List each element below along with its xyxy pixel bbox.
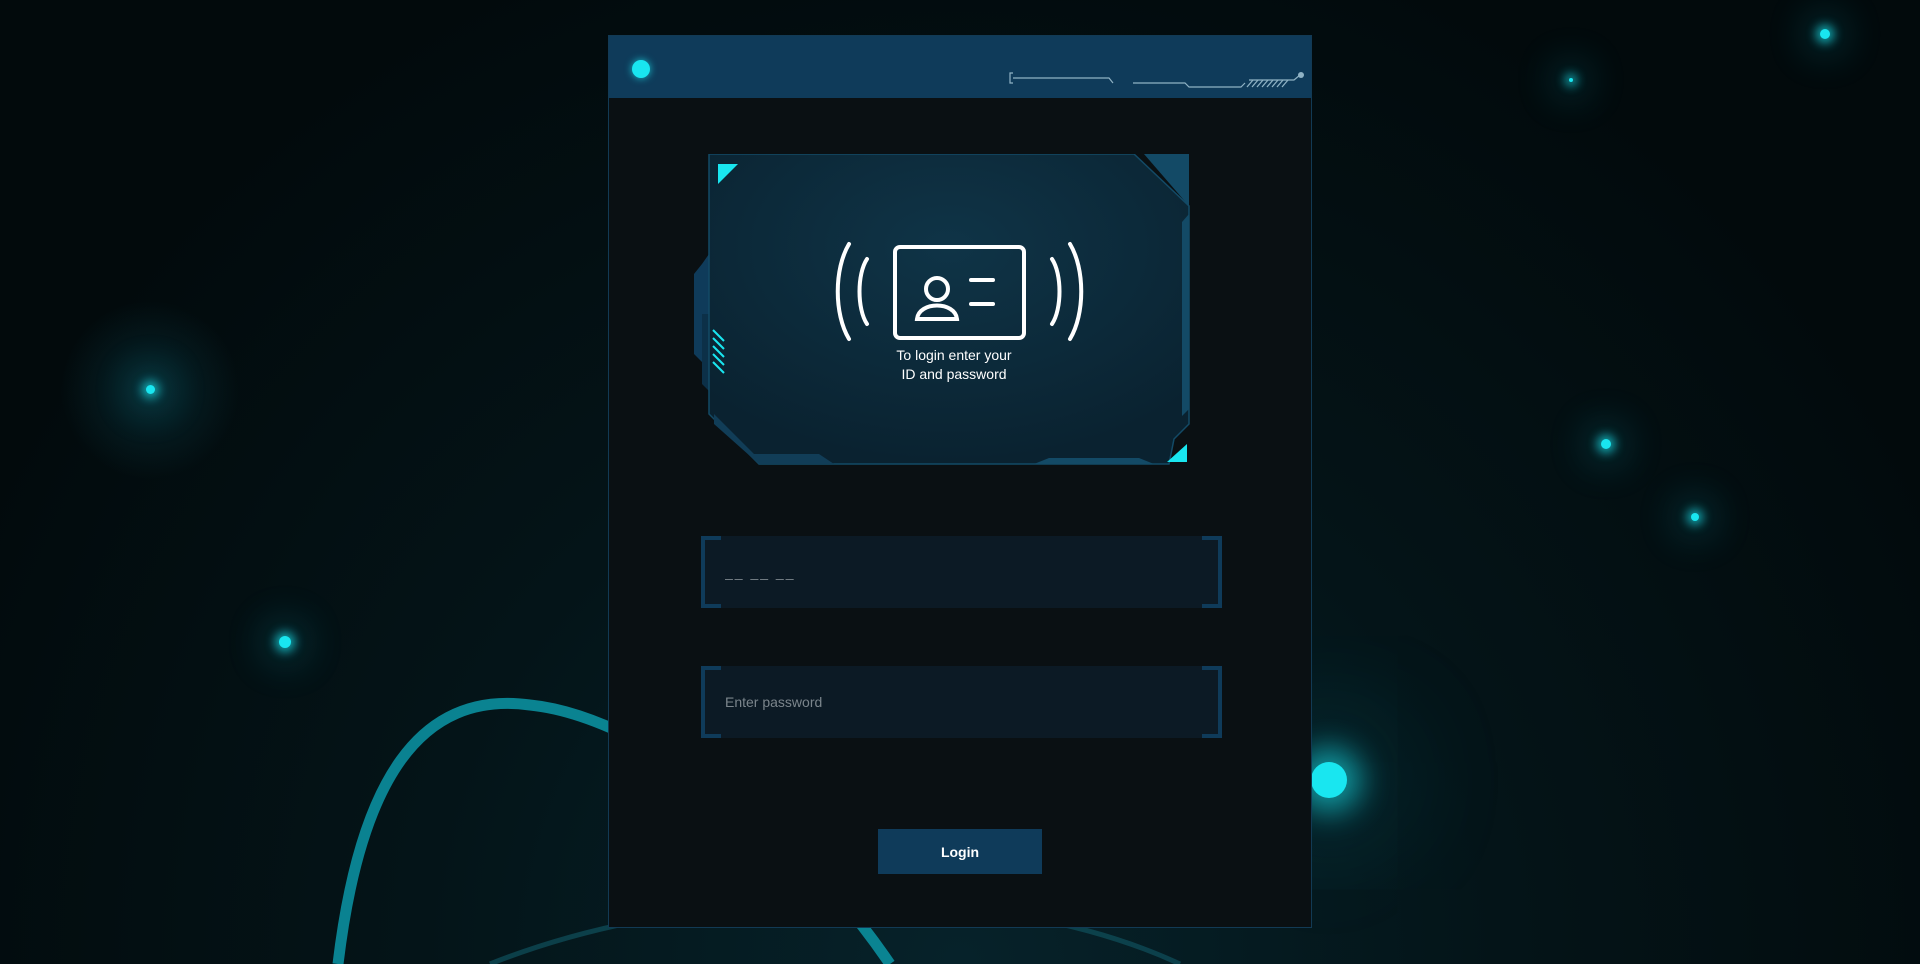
field-bracket-right	[1202, 536, 1222, 608]
field-bracket-left	[701, 666, 721, 738]
circuit-decoration-icon	[1009, 72, 1304, 88]
card-frame	[694, 154, 1190, 465]
field-bracket-right	[1202, 666, 1222, 738]
login-instruction: To login enter your ID and password	[694, 346, 1214, 384]
login-button[interactable]: Login	[878, 829, 1042, 874]
glow-dot	[146, 385, 155, 394]
glow-dot	[1820, 29, 1830, 39]
password-field[interactable]	[701, 666, 1222, 738]
glow-dot	[1311, 762, 1347, 798]
id-input[interactable]	[725, 536, 1195, 608]
glow-dot	[1601, 439, 1611, 449]
instruction-line-2: ID and password	[901, 366, 1007, 382]
login-info-card: To login enter your ID and password	[694, 154, 1214, 474]
glow-dot	[279, 636, 291, 648]
field-bracket-left	[701, 536, 721, 608]
id-field[interactable]	[701, 536, 1222, 608]
login-panel: To login enter your ID and password Logi…	[608, 35, 1312, 928]
glow-dot	[1691, 513, 1699, 521]
status-dot-icon	[632, 60, 650, 78]
panel-header	[609, 36, 1311, 98]
glow-dot	[1569, 78, 1573, 82]
instruction-line-1: To login enter your	[896, 347, 1012, 363]
password-input[interactable]	[725, 666, 1195, 738]
